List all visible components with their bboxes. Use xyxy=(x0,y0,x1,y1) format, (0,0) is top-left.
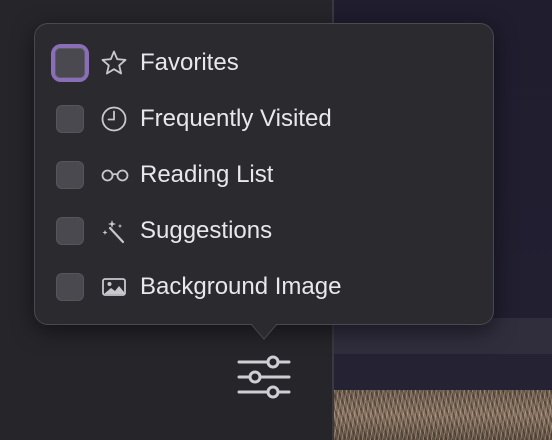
menu-item-frequently-visited[interactable]: Frequently Visited xyxy=(48,99,478,139)
reading-list-checkbox[interactable] xyxy=(56,161,84,189)
star-icon xyxy=(100,49,128,77)
background-strip xyxy=(334,354,552,390)
frequently-visited-label: Frequently Visited xyxy=(140,105,332,132)
photo-icon xyxy=(100,273,128,301)
favorites-label: Favorites xyxy=(140,49,239,76)
background-image-checkbox[interactable] xyxy=(56,273,84,301)
menu-item-reading-list[interactable]: Reading List xyxy=(48,155,478,195)
favorites-checkbox[interactable] xyxy=(51,44,89,82)
menu-item-suggestions[interactable]: Suggestions xyxy=(48,211,478,251)
background-photo xyxy=(334,390,552,440)
suggestions-checkbox[interactable] xyxy=(56,217,84,245)
menu-item-background-image[interactable]: Background Image xyxy=(48,267,478,307)
popover-arrow xyxy=(251,323,277,340)
magic-wand-icon xyxy=(100,217,128,245)
reading-list-label: Reading List xyxy=(140,161,274,188)
frequently-visited-checkbox[interactable] xyxy=(56,105,84,133)
suggestions-label: Suggestions xyxy=(140,217,273,244)
menu-item-favorites[interactable]: Favorites xyxy=(48,43,478,83)
customize-start-page-button[interactable] xyxy=(236,352,292,402)
background-image-label: Background Image xyxy=(140,273,342,300)
sliders-icon xyxy=(236,355,292,406)
glasses-icon xyxy=(100,161,129,189)
clock-icon xyxy=(100,105,128,133)
